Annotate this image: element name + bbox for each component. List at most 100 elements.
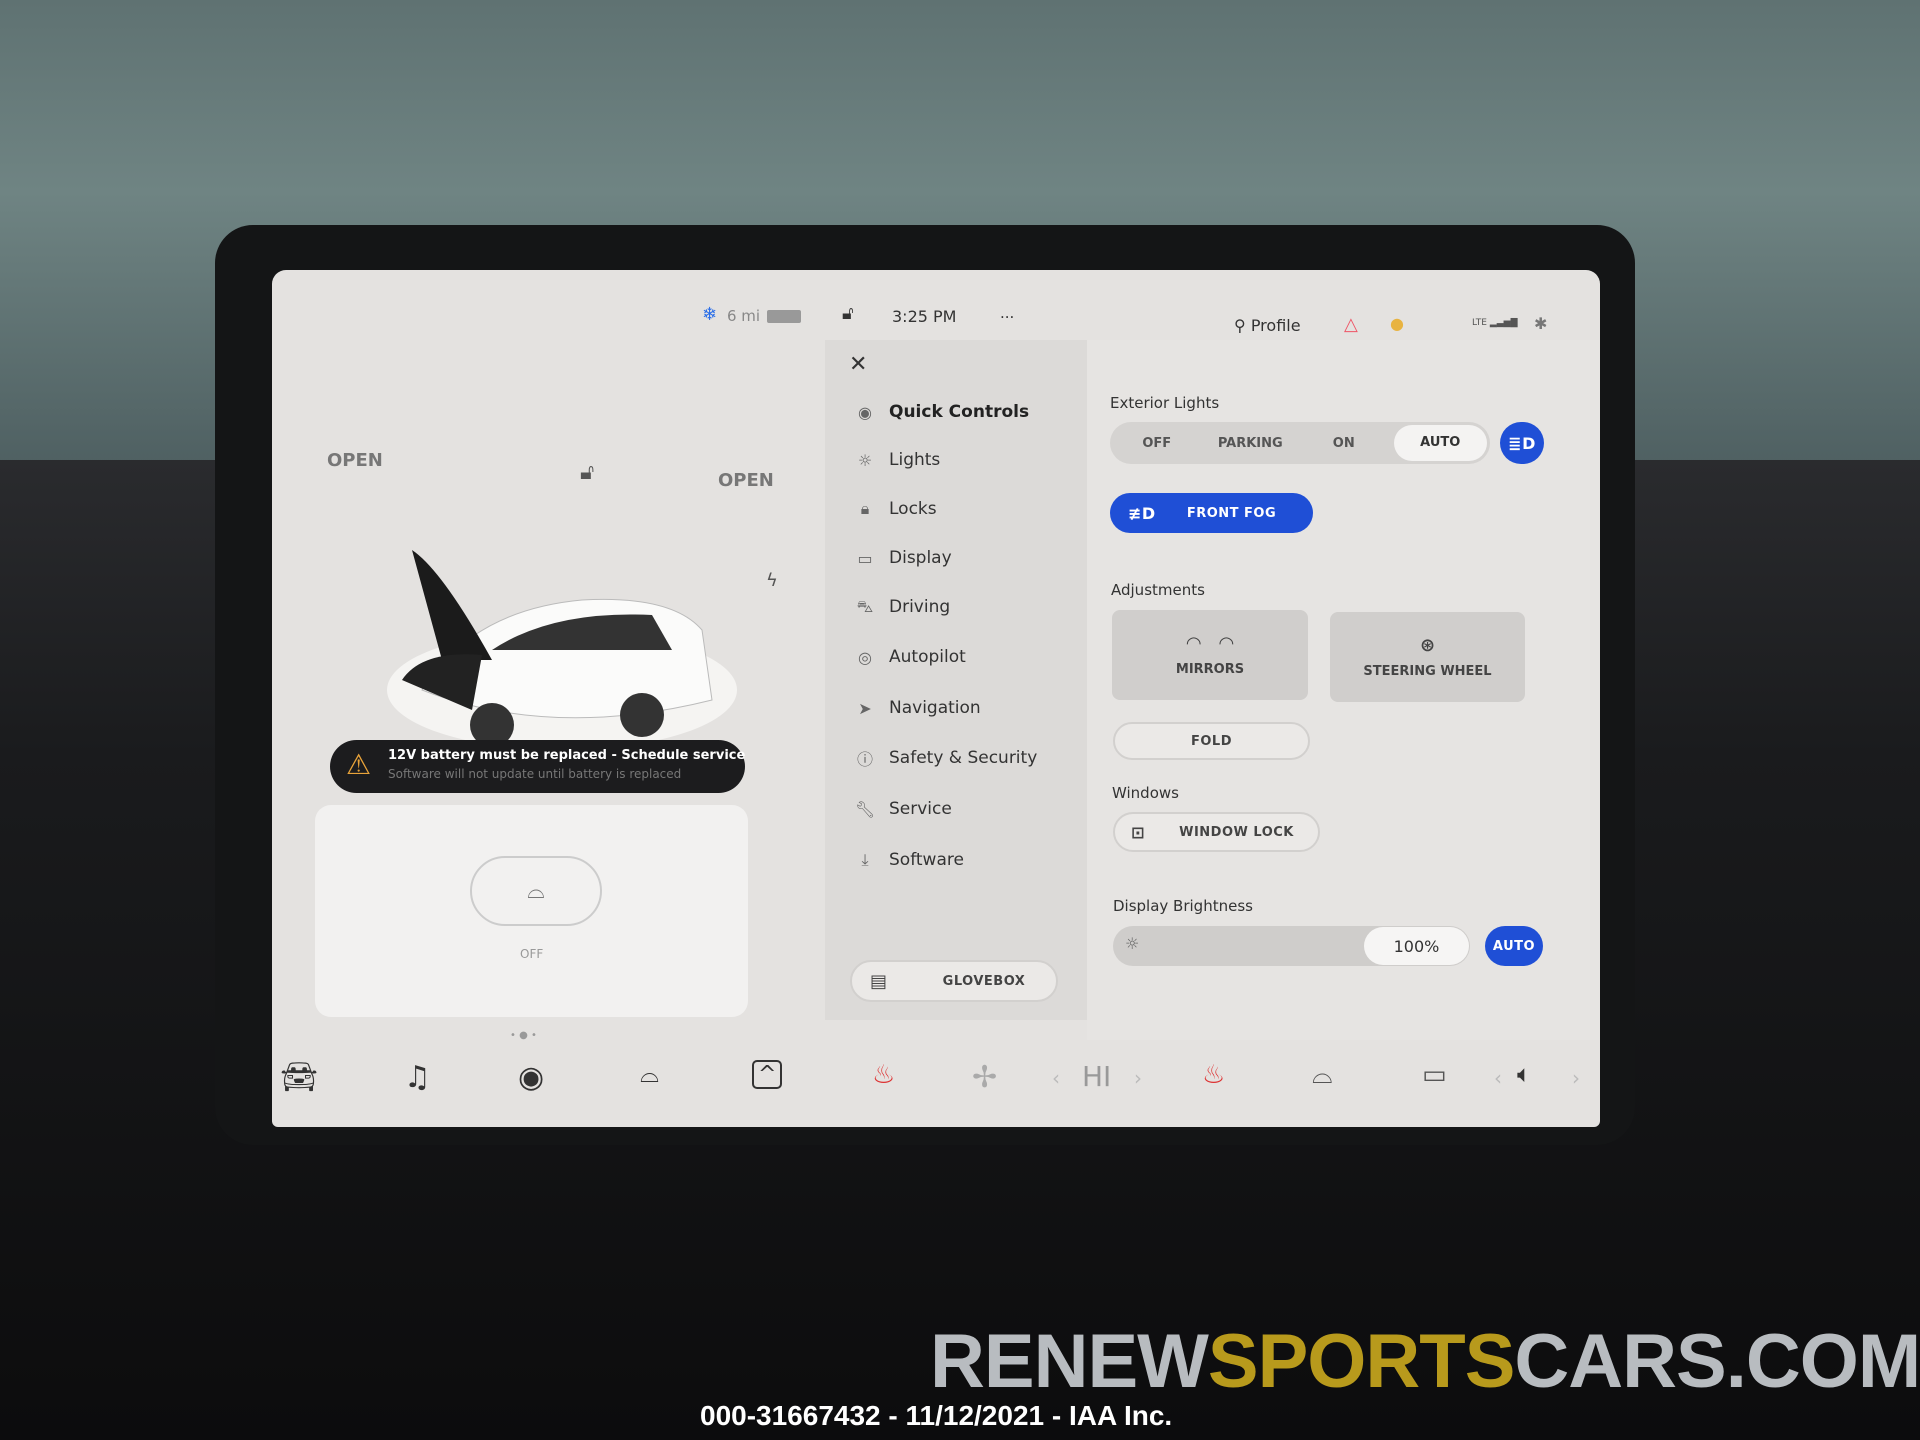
front-fog-button[interactable]: ≢D FRONT FOG — [1110, 493, 1313, 533]
menu-item-software[interactable]: ⤓ Software — [825, 840, 1087, 880]
eye-icon: ◉ — [858, 402, 872, 422]
quick-controls-panel: Exterior Lights OFF PARKING ON AUTO ≣D ≢… — [1087, 340, 1600, 1040]
mirrors-button[interactable]: ◠ ◠ MIRRORS — [1112, 610, 1308, 700]
menu-label: Lights — [889, 450, 941, 470]
watermark-caption: 000-31667432 - 11/12/2021 - IAA Inc. — [700, 1400, 1173, 1431]
display-brightness-label: Display Brightness — [1113, 897, 1253, 915]
passenger-seat-heater-icon[interactable]: ♨ — [1202, 1060, 1225, 1090]
wiper-dock-icon[interactable]: ⌓ — [640, 1060, 659, 1088]
profile-label: Profile — [1250, 316, 1301, 335]
watermark-logo: RENEWSPORTSCARS.COM — [930, 1318, 1920, 1405]
brightness-value[interactable]: 100% — [1364, 927, 1469, 965]
menu-item-driving[interactable]: ⛍ Driving — [825, 587, 1087, 627]
temp-up-icon[interactable]: › — [1134, 1066, 1142, 1090]
menu-label: Safety & Security — [889, 748, 1038, 768]
fan-icon[interactable]: ✢ — [972, 1060, 997, 1095]
lights-option-auto[interactable]: AUTO — [1393, 425, 1487, 461]
warning-triangle-icon: ⚠ — [346, 748, 372, 781]
steering-wheel-label: STEERING WHEEL — [1363, 664, 1492, 679]
clock: 3:25 PM — [892, 307, 957, 326]
brightness-auto-button[interactable]: AUTO — [1485, 926, 1543, 966]
menu-label: Software — [889, 850, 964, 870]
alert-title: 12V battery must be replaced - Schedule … — [388, 748, 746, 763]
brightness-slider[interactable]: ☼ 100% — [1113, 926, 1470, 966]
range-text: 6 mi — [727, 307, 761, 325]
temp-down-icon[interactable]: ‹ — [1052, 1066, 1060, 1090]
windows-label: Windows — [1112, 784, 1179, 802]
menu-item-navigation[interactable]: ➤ Navigation — [825, 688, 1087, 728]
auto-high-beam-button[interactable]: ≣D — [1500, 422, 1544, 464]
alert-subtitle: Software will not update until battery i… — [388, 767, 682, 781]
info-icon: ⓘ — [856, 750, 873, 769]
dock: 🚘︎ ♫ ◉ ⌓ ^ ♨ ✢ ‹ HI › ♨ ⌓ ▭ ‹ 🔈︎ › — [272, 1040, 1600, 1127]
trunk-open-button[interactable]: OPEN — [718, 470, 774, 491]
sun-icon: ☼ — [857, 450, 873, 470]
app-launcher-icon[interactable]: ^ — [752, 1060, 783, 1089]
car-icon: ⛍ — [856, 596, 874, 616]
volume-icon[interactable]: 🔈︎ — [1517, 1060, 1531, 1088]
lights-option-off[interactable]: OFF — [1110, 436, 1204, 451]
rear-defrost-icon[interactable]: ▭ — [1422, 1060, 1447, 1090]
dashcam-icon[interactable]: ● — [1390, 314, 1404, 333]
exterior-lights-selector[interactable]: OFF PARKING ON AUTO — [1110, 422, 1490, 464]
volume-up-icon[interactable]: › — [1572, 1066, 1580, 1090]
menu-item-quick-controls[interactable]: ◉ Quick Controls — [825, 392, 1087, 432]
steering-wheel-button[interactable]: ⊛ STEERING WHEEL — [1330, 612, 1525, 702]
frunk-open-button[interactable]: OPEN — [327, 450, 383, 471]
glovebox-button[interactable]: ▤ GLOVEBOX — [850, 960, 1058, 1002]
menu-item-display[interactable]: ▭ Display — [825, 538, 1087, 578]
watermark-part3: CARS.COM — [1514, 1319, 1920, 1404]
mirror-icon: ◠ ◠ — [1186, 633, 1234, 654]
window-lock-button[interactable]: ⊡ WINDOW LOCK — [1113, 812, 1320, 852]
car-image — [387, 550, 737, 750]
car-lock-icon[interactable]: 🔓︎ — [580, 460, 594, 485]
front-fog-label: FRONT FOG — [1186, 505, 1277, 521]
watermark-part1: RENEW — [930, 1319, 1209, 1404]
menu-label: Locks — [889, 499, 937, 519]
car-controls-icon[interactable]: 🚘︎ — [280, 1060, 318, 1095]
profile-button[interactable]: ⚲ Profile — [1234, 316, 1301, 335]
volume-down-icon[interactable]: ‹ — [1494, 1066, 1502, 1090]
driver-seat-heater-icon[interactable]: ♨ — [872, 1060, 895, 1090]
menu-item-autopilot[interactable]: ◎ Autopilot — [825, 637, 1087, 677]
steering-icon: ◎ — [858, 647, 872, 667]
controls-menu: ✕ ◉ Quick Controls ☼ Lights 🔒︎ Locks ▭ Displ… — [825, 340, 1087, 1020]
menu-label: Autopilot — [889, 647, 966, 667]
front-defrost-icon[interactable]: ⌓ — [1312, 1060, 1333, 1091]
watermark-part2: SPORTS — [1207, 1319, 1515, 1404]
close-icon[interactable]: ✕ — [849, 352, 867, 377]
headlight-icon: ≣D — [1508, 433, 1536, 453]
wrench-icon: 🔧︎ — [854, 799, 876, 819]
adjustments-label: Adjustments — [1111, 581, 1205, 599]
charge-port-icon[interactable]: ϟ — [766, 570, 778, 591]
menu-label: Quick Controls — [889, 402, 1030, 422]
menu-item-service[interactable]: 🔧︎ Service — [825, 789, 1087, 829]
brightness-sun-icon: ☼ — [1125, 934, 1140, 953]
fog-light-icon: ≢D — [1128, 503, 1156, 523]
more-button[interactable]: ... — [1000, 304, 1014, 322]
warning-icon[interactable]: △ — [1344, 314, 1358, 335]
person-icon: ⚲ — [1234, 316, 1251, 335]
camera-icon[interactable]: ◉ — [518, 1060, 544, 1095]
music-icon[interactable]: ♫ — [404, 1060, 431, 1095]
wiper-button[interactable]: ⌓ — [470, 856, 602, 926]
menu-label: Service — [889, 799, 952, 819]
lights-option-parking[interactable]: PARKING — [1204, 436, 1298, 451]
menu-item-safety-security[interactable]: ⓘ Safety & Security — [825, 738, 1087, 778]
window-lock-label: WINDOW LOCK — [1179, 824, 1294, 840]
steering-wheel-icon: ⊛ — [1419, 635, 1436, 656]
bluetooth-icon[interactable]: ✱ — [1534, 314, 1547, 333]
lte-label: LTE — [1472, 318, 1487, 328]
menu-item-locks[interactable]: 🔒︎ Locks — [825, 489, 1087, 529]
menu-item-lights[interactable]: ☼ Lights — [825, 440, 1087, 480]
fold-mirrors-button[interactable]: FOLD — [1113, 722, 1310, 760]
exterior-lights-label: Exterior Lights — [1110, 394, 1220, 412]
battery-alert-banner[interactable]: ⚠ 12V battery must be replaced - Schedul… — [330, 740, 745, 793]
menu-label: Display — [889, 548, 952, 568]
wiper-state: OFF — [520, 947, 544, 961]
lock-icon: 🔒︎ — [860, 499, 870, 518]
lights-option-on[interactable]: ON — [1297, 436, 1391, 451]
window-lock-icon: ⊡ — [1131, 822, 1145, 842]
menu-label: Driving — [889, 597, 951, 617]
lock-open-icon[interactable]: 🔓︎ — [842, 303, 854, 324]
